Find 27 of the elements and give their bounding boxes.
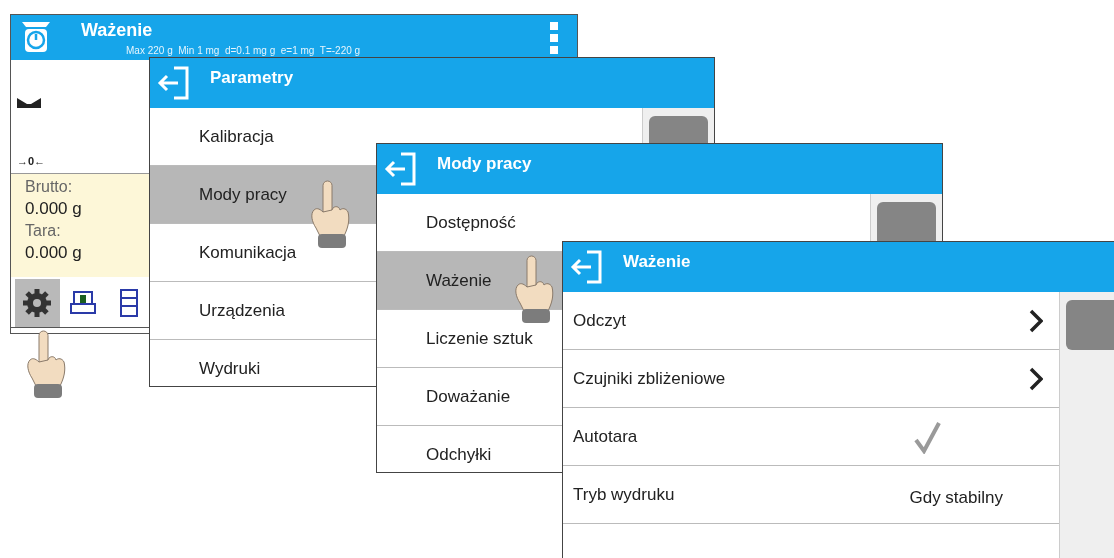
scrollbar[interactable] [1059, 292, 1114, 558]
pointing-hand-icon [308, 180, 352, 250]
back-icon[interactable] [156, 65, 190, 101]
setting-value: Gdy stabilny [909, 486, 1003, 509]
zero-indicator: →0← [17, 153, 47, 169]
back-icon[interactable] [569, 249, 603, 285]
screen-title: Ważenie [81, 19, 153, 42]
chevron-right-icon [1029, 308, 1043, 333]
menu-icon[interactable] [549, 21, 559, 55]
reading-value: 0.000 g [25, 242, 83, 264]
toolbar-button[interactable] [15, 279, 60, 327]
back-icon[interactable] [383, 151, 417, 187]
document-icon [118, 288, 139, 318]
menu-title: Parametry [210, 67, 294, 90]
reading-value: 0.000 g [25, 198, 83, 220]
scale-icon [19, 19, 53, 55]
scale-icon [69, 289, 97, 317]
chevron-right-icon [1029, 366, 1043, 391]
menu-title: Ważenie [623, 251, 691, 274]
reading-label: Brutto: [25, 177, 74, 197]
scale-specs: Max 220 g Min 1 mg d=0.1 mg g e=1 mg T=-220 g [126, 45, 361, 57]
stability-icon [17, 98, 41, 108]
pointing-hand-icon [24, 330, 68, 400]
gear-icon [22, 288, 53, 318]
reading-label: Tara: [25, 221, 62, 241]
pointing-hand-icon [512, 255, 556, 325]
checkmark-icon[interactable] [913, 419, 941, 454]
